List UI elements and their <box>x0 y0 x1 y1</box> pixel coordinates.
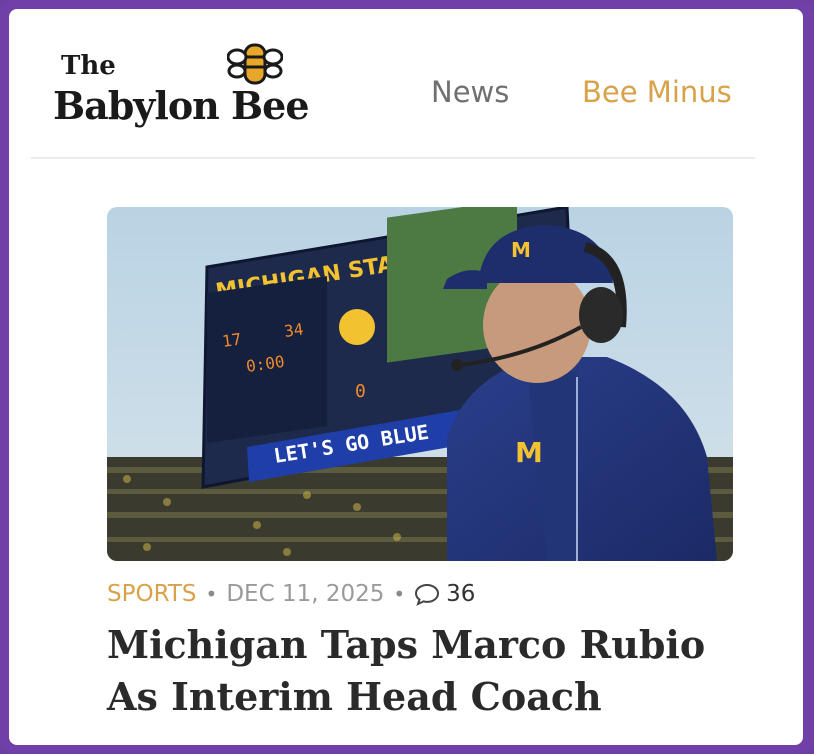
nav-news-link[interactable]: News <box>431 75 509 109</box>
svg-text:M: M <box>511 238 531 262</box>
comment-bubble-icon <box>415 583 440 606</box>
header-divider <box>31 157 755 159</box>
article-meta: SPORTS • DEC 11, 2025 • 36 <box>107 579 475 609</box>
nav-bee-minus-link[interactable]: Bee Minus <box>582 75 732 109</box>
site-logo[interactable]: The Babylon Bee <box>53 39 373 139</box>
article-hero-image[interactable]: MICHIGAN STADIUM 17 34 0:00 0 LET'S GO B… <box>107 207 733 561</box>
article-card[interactable]: The Babylon Bee News Bee Minus MICHIGAN … <box>9 9 803 745</box>
scoreboard-home-score: 17 <box>221 329 243 350</box>
logo-the-text: The <box>61 51 116 81</box>
meta-separator: • <box>205 582 218 606</box>
outer-frame: The Babylon Bee News Bee Minus MICHIGAN … <box>0 0 814 754</box>
comment-count: 36 <box>446 581 476 607</box>
hero-illustration: MICHIGAN STADIUM 17 34 0:00 0 LET'S GO B… <box>107 207 733 561</box>
article-headline[interactable]: Michigan Taps Marco Rubio As Interim Hea… <box>107 619 767 723</box>
scoreboard-away-score: 34 <box>283 319 305 340</box>
section-link[interactable]: SPORTS <box>107 581 197 607</box>
comments-link[interactable]: 36 <box>414 581 475 607</box>
logo-name-text: Babylon Bee <box>53 83 310 128</box>
bee-icon <box>227 43 283 85</box>
scoreboard-down: 0 <box>355 381 366 402</box>
svg-text:M: M <box>515 436 543 469</box>
meta-separator: • <box>393 582 406 606</box>
publish-date: DEC 11, 2025 <box>226 581 385 607</box>
